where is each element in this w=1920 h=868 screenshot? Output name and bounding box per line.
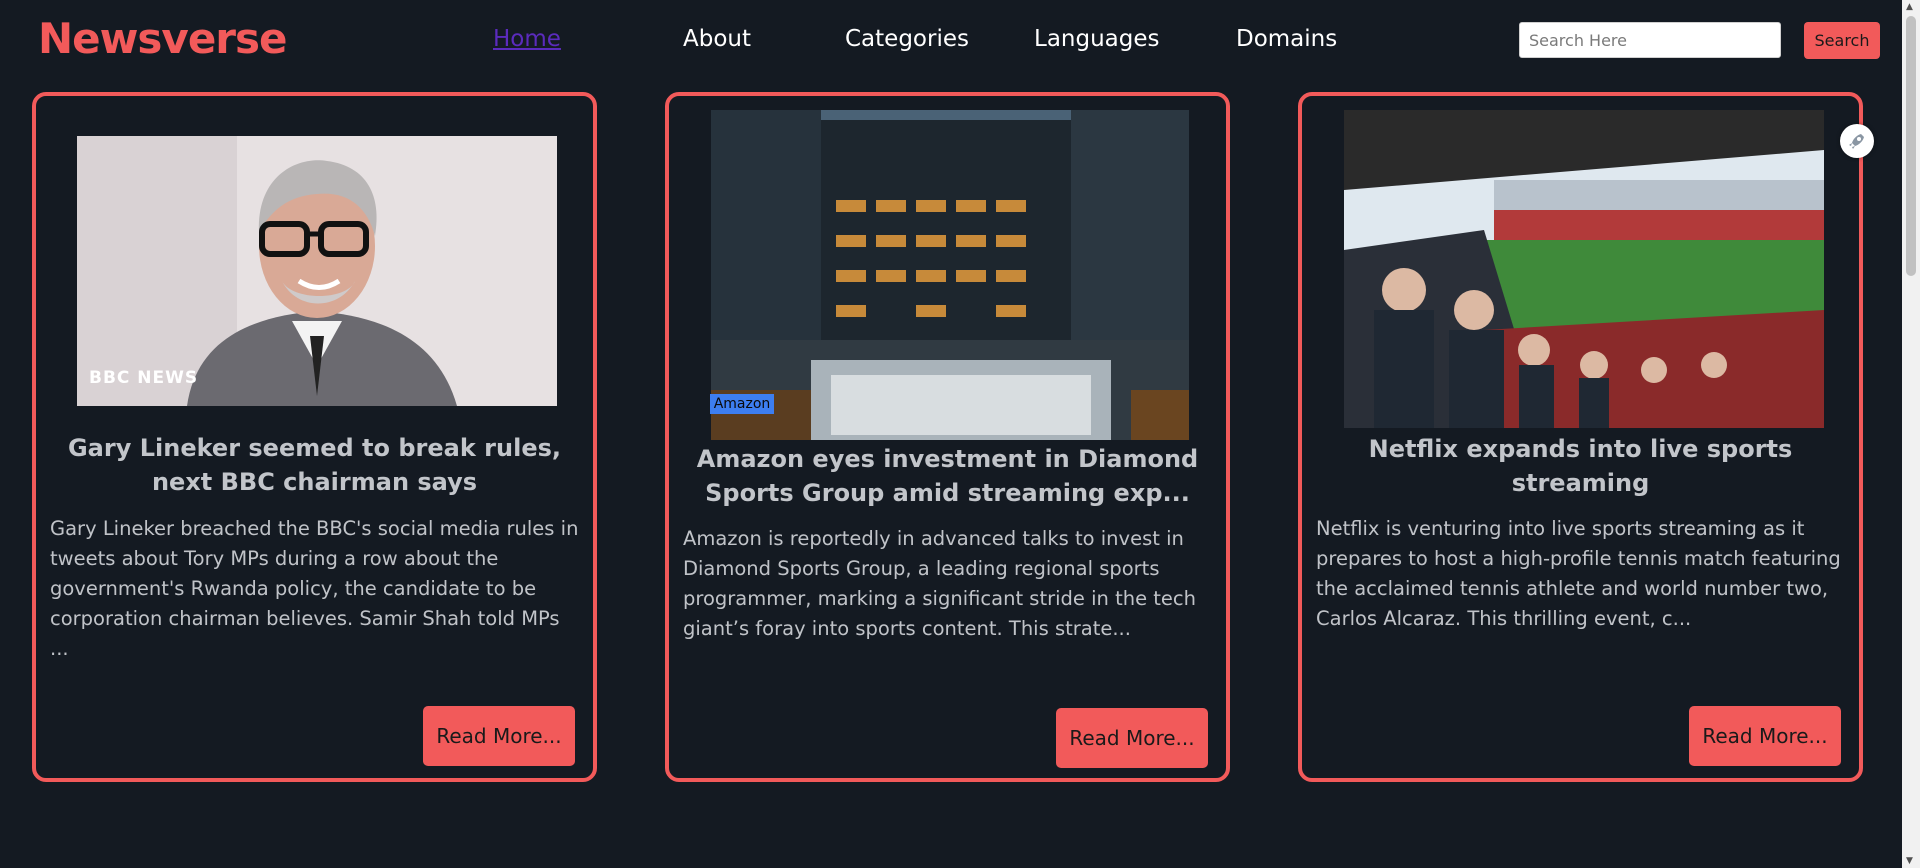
nav-link-about[interactable]: About <box>683 26 751 52</box>
article-card-1: BBC NEWS Gary Lineker seemed to break ru… <box>32 92 597 782</box>
read-more-button[interactable]: Read More... <box>1056 708 1208 768</box>
article-title[interactable]: Gary Lineker seemed to break rules, next… <box>50 431 579 499</box>
rocket-icon[interactable] <box>1840 124 1874 158</box>
article-description: Amazon is reportedly in advanced talks t… <box>683 527 1196 640</box>
nav-link-domains[interactable]: Domains <box>1236 26 1337 52</box>
search-input[interactable] <box>1519 22 1781 58</box>
nav-link-languages[interactable]: Languages <box>1034 26 1160 52</box>
article-description: Gary Lineker breached the BBC's social m… <box>50 517 579 660</box>
article-description: Netflix is venturing into live sports st… <box>1316 517 1841 630</box>
nav-link-home[interactable]: Home <box>493 26 561 52</box>
image-label: Amazon <box>710 394 774 414</box>
scroll-down-icon[interactable]: ▼ <box>1906 856 1913 866</box>
scrollbar-thumb[interactable] <box>1906 16 1916 276</box>
scroll-up-icon[interactable]: ▲ <box>1906 2 1913 12</box>
search-button[interactable]: Search <box>1804 22 1880 59</box>
article-image <box>711 110 1189 440</box>
article-title[interactable]: Amazon eyes investment in Diamond Sports… <box>683 442 1212 510</box>
article-card-2: Amazon eyes investment in Diamond Sports… <box>665 92 1230 782</box>
article-title[interactable]: Netflix expands into live sports streami… <box>1316 432 1845 500</box>
article-image: BBC NEWS <box>77 136 557 406</box>
nav-link-categories[interactable]: Categories <box>845 26 969 52</box>
read-more-button[interactable]: Read More... <box>1689 706 1841 766</box>
article-card-3: Netflix expands into live sports streami… <box>1298 92 1863 782</box>
read-more-button[interactable]: Read More... <box>423 706 575 766</box>
page-scrollbar[interactable]: ▲ ▼ <box>1902 0 1920 868</box>
bbc-news-watermark: BBC NEWS <box>89 368 199 388</box>
site-logo[interactable]: Newsverse <box>38 14 287 63</box>
article-image <box>1344 110 1824 428</box>
